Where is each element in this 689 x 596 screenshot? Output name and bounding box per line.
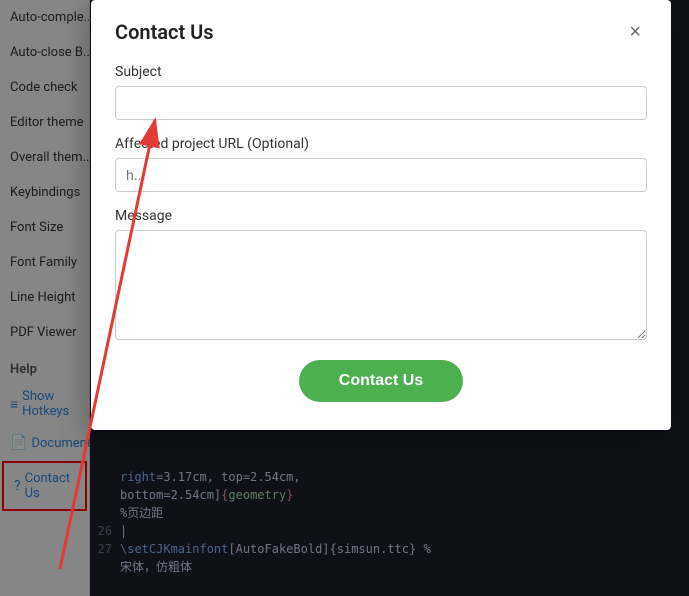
subject-label: Subject	[115, 64, 647, 80]
modal-close-button[interactable]: ×	[623, 20, 647, 44]
affected-url-label: Affected project URL (Optional)	[115, 136, 647, 152]
subject-group: Subject	[115, 64, 647, 120]
subject-input[interactable]	[115, 86, 647, 120]
affected-url-input[interactable]	[115, 158, 647, 192]
contact-us-submit-button[interactable]: Contact Us	[299, 360, 463, 402]
modal-header: Contact Us ×	[115, 20, 647, 44]
contact-us-modal: Contact Us × Subject Affected project UR…	[91, 0, 671, 430]
message-textarea[interactable]	[115, 230, 647, 340]
modal-title: Contact Us	[115, 20, 214, 44]
message-group: Message	[115, 208, 647, 344]
message-label: Message	[115, 208, 647, 224]
affected-url-group: Affected project URL (Optional)	[115, 136, 647, 192]
